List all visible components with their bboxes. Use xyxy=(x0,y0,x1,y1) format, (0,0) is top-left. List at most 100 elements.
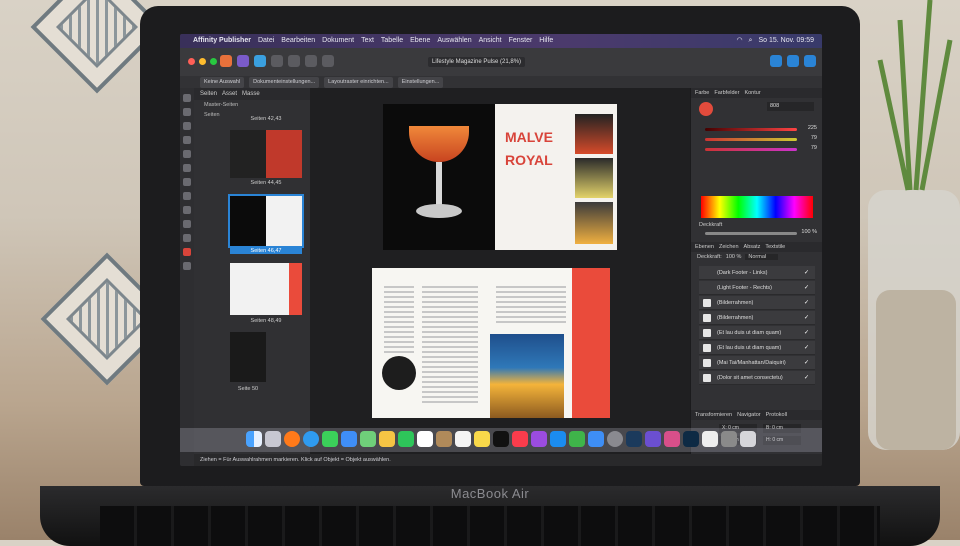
settings-icon[interactable] xyxy=(271,55,283,67)
layer-row[interactable]: (Dolor sit amet consectetu) ✓ xyxy=(699,371,815,385)
no-selection-button[interactable]: Keine Auswahl xyxy=(200,77,245,88)
headline-royal[interactable]: ROYAL xyxy=(505,152,553,168)
tab-swatches[interactable]: Farbfelder xyxy=(714,90,739,96)
red-value[interactable]: 225 xyxy=(808,125,817,131)
headline-malve[interactable]: MALVE xyxy=(505,130,553,144)
mail-icon[interactable] xyxy=(341,431,357,447)
wifi-icon[interactable]: ◠ xyxy=(736,34,742,48)
move-tool-icon[interactable] xyxy=(183,94,191,102)
numbers-icon[interactable] xyxy=(569,431,585,447)
tab-transform[interactable]: Transformieren xyxy=(695,412,732,418)
visibility-check-icon[interactable]: ✓ xyxy=(804,371,809,385)
opacity-slider[interactable] xyxy=(705,232,797,235)
document-canvas[interactable]: MALVE ROYAL xyxy=(310,88,690,454)
visibility-check-icon[interactable]: ✓ xyxy=(804,326,809,340)
cocktail-photo[interactable] xyxy=(383,104,495,250)
layer-row[interactable]: (Et lau duis ut diam quam) ✓ xyxy=(699,341,815,355)
side-photo[interactable] xyxy=(575,158,613,198)
affinity-photo-icon[interactable] xyxy=(664,431,680,447)
calendar-icon[interactable] xyxy=(417,431,433,447)
system-preferences-icon[interactable] xyxy=(607,431,623,447)
photo-persona-icon[interactable] xyxy=(237,55,249,67)
blue-slider[interactable] xyxy=(705,148,797,151)
visibility-check-icon[interactable]: ✓ xyxy=(804,296,809,310)
color-picker-tool-icon[interactable] xyxy=(183,248,191,256)
snapping-icon[interactable] xyxy=(770,55,782,67)
pencil-tool-icon[interactable] xyxy=(183,164,191,172)
blue-value[interactable]: 79 xyxy=(811,145,817,151)
green-value[interactable]: 79 xyxy=(811,135,817,141)
layer-row[interactable]: (Bilderrahmen) ✓ xyxy=(699,311,815,325)
visibility-check-icon[interactable]: ✓ xyxy=(804,311,809,325)
hex-field[interactable]: 808 xyxy=(767,102,814,111)
picture-frame-tool-icon[interactable] xyxy=(183,234,191,242)
color-spectrum[interactable] xyxy=(701,196,813,218)
messages-icon[interactable] xyxy=(322,431,338,447)
drinks-photo[interactable] xyxy=(490,334,564,418)
share-icon[interactable] xyxy=(288,55,300,67)
minimize-window-button[interactable] xyxy=(199,58,206,65)
document-icon[interactable] xyxy=(702,431,718,447)
tab-assets[interactable]: Asset xyxy=(222,91,237,97)
menu-layer[interactable]: Ebene xyxy=(410,34,430,48)
fill-swatch[interactable] xyxy=(699,102,713,116)
appstore-icon[interactable] xyxy=(550,431,566,447)
menu-select[interactable]: Auswählen xyxy=(437,34,471,48)
contacts-icon[interactable] xyxy=(436,431,452,447)
tab-text-styles[interactable]: Textstile xyxy=(765,244,785,250)
menu-app-name[interactable]: Affinity Publisher xyxy=(193,34,251,48)
document-title[interactable]: Lifestyle Magazine Pulse (21,8%) xyxy=(428,57,526,67)
menu-file[interactable]: Datei xyxy=(258,34,274,48)
search-icon[interactable]: ⌕ xyxy=(749,34,753,48)
menu-table[interactable]: Tabelle xyxy=(381,34,403,48)
master-pages-row[interactable]: Master-Seiten xyxy=(194,100,310,110)
photos-icon[interactable] xyxy=(379,431,395,447)
table-tool-icon[interactable] xyxy=(183,220,191,228)
tab-layers[interactable]: Ebenen xyxy=(695,244,714,250)
tab-navigator[interactable]: Navigator xyxy=(737,412,761,418)
rectangle-tool-icon[interactable] xyxy=(183,192,191,200)
menu-help[interactable]: Hilfe xyxy=(539,34,553,48)
appletv-icon[interactable] xyxy=(493,431,509,447)
fill-tool-icon[interactable] xyxy=(183,178,191,186)
menu-window[interactable]: Fenster xyxy=(509,34,533,48)
publisher-persona-icon[interactable] xyxy=(220,55,232,67)
tab-paragraph[interactable]: Absatz xyxy=(744,244,761,250)
preferences-button[interactable]: Einstellungen... xyxy=(397,77,444,88)
finder-icon[interactable] xyxy=(246,431,262,447)
visibility-check-icon[interactable]: ✓ xyxy=(804,266,809,280)
assistant-icon[interactable] xyxy=(804,55,816,67)
close-window-button[interactable] xyxy=(188,58,195,65)
podcasts-icon[interactable] xyxy=(531,431,547,447)
page-thumbnail[interactable] xyxy=(230,130,302,178)
keynote-icon[interactable] xyxy=(588,431,604,447)
red-slider[interactable] xyxy=(705,128,797,131)
trash-icon[interactable] xyxy=(740,431,756,447)
maps-icon[interactable] xyxy=(360,431,376,447)
visibility-check-icon[interactable]: ✓ xyxy=(804,281,809,295)
layer-row[interactable]: (Et lau duis ut diam quam) ✓ xyxy=(699,326,815,340)
music-icon[interactable] xyxy=(512,431,528,447)
launchpad-icon[interactable] xyxy=(265,431,281,447)
green-slider[interactable] xyxy=(705,138,797,141)
page-thumbnail[interactable] xyxy=(230,263,302,315)
layout-grid-button[interactable]: Layoutraster einrichten... xyxy=(324,77,393,88)
artistic-text-tool-icon[interactable] xyxy=(183,136,191,144)
node-tool-icon[interactable] xyxy=(183,108,191,116)
preview-icon[interactable] xyxy=(787,55,799,67)
lightroom-icon[interactable] xyxy=(683,431,699,447)
zoom-window-button[interactable] xyxy=(210,58,217,65)
layers-opacity-value[interactable]: 100 % xyxy=(726,254,742,260)
safari-icon[interactable] xyxy=(303,431,319,447)
side-photo[interactable] xyxy=(575,202,613,244)
page-thumbnail-selected[interactable] xyxy=(228,194,304,248)
side-photo[interactable] xyxy=(575,114,613,154)
designer-persona-icon[interactable] xyxy=(254,55,266,67)
downloads-icon[interactable] xyxy=(721,431,737,447)
tab-masse[interactable]: Masse xyxy=(242,91,260,97)
tab-history[interactable]: Protokoll xyxy=(766,412,787,418)
menu-text[interactable]: Text xyxy=(361,34,374,48)
round-photo[interactable] xyxy=(382,356,416,390)
zoom-tool-icon[interactable] xyxy=(183,262,191,270)
arrange-icon[interactable] xyxy=(305,55,317,67)
